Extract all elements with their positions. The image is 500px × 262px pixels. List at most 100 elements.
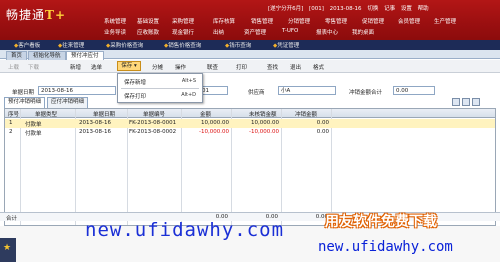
find-button[interactable]: 查找 [267,63,278,71]
cell-code: FK-2013-08-0001 [129,120,177,126]
save-new-item[interactable]: 保存新增 [124,78,146,86]
save-print-item[interactable]: 保存打印 [124,92,146,100]
format-button[interactable]: 格式 [313,63,324,71]
help-button[interactable]: 帮助 [418,6,429,12]
totals-label: 合计 [6,216,18,222]
menu-sales[interactable]: 销售管理 [251,17,273,25]
menu-distribution[interactable]: 分销管理 [288,17,310,25]
col-unsettled: 未核销金额 [249,112,277,118]
cell-no: 2 [9,129,13,135]
tab-prepay-writeoff[interactable]: 预付冲应付 [66,51,104,60]
cell-amount: 10,000.00 [201,120,229,126]
supplier-field[interactable]: 小A [278,86,336,95]
menu-promotion[interactable]: 促销管理 [362,17,384,25]
login-date: 2013-08-16 [329,6,362,12]
cell-writeoff[interactable]: 0.00 [283,120,329,126]
dropdown-divider [121,88,199,89]
note-button[interactable]: 记事 [384,6,395,12]
nav-voucher[interactable]: ◆凭证管理 [273,41,299,49]
watermark-url-left: new.ufidawhy.com [85,219,285,241]
settings-button[interactable]: 设置 [401,6,412,12]
menu-member[interactable]: 会员管理 [398,17,420,25]
cell-type: 付款单 [25,122,42,128]
save-print-shortcut: Alt+D [181,92,196,98]
writeoff-grid: 序号 单据类型 单据日期 单据编号 金额 未核销金额 冲销金额 1 付款单 20… [4,108,496,226]
writeoff-total-field[interactable]: 0.00 [393,86,435,95]
menu-cash[interactable]: 现金银行 [172,28,194,36]
favorites-panel[interactable]: ★ [0,238,16,262]
menu-system[interactable]: 系统管理 [104,17,126,25]
grid-settings-icon[interactable] [471,98,480,106]
col-type: 单据类型 [35,112,58,118]
cell-writeoff[interactable]: 0.00 [283,129,329,135]
writeoff-total-label: 冲销金额合计 [349,90,383,96]
col-amount: 金额 [200,112,212,118]
menu-production[interactable]: 生产管理 [434,17,456,25]
table-row[interactable]: 1 付款单 2013-08-16 FK-2013-08-0001 10,000.… [5,119,495,128]
link-query-button[interactable]: 联查 [207,63,218,71]
user-code: [001] [309,6,324,12]
upload-button[interactable]: 上载 [8,63,19,71]
print-button[interactable]: 打印 [236,63,247,71]
menu-tufo[interactable]: T-UFO [282,28,298,34]
cell-unsettled: 10,000.00 [251,120,279,126]
allocate-button[interactable]: 分摊 [152,63,163,71]
switch-button[interactable]: 切换 [367,6,378,12]
col-date: 单据日期 [93,112,116,118]
supplier-label: 供应商 [248,90,265,96]
table-row[interactable]: 2 付款单 2013-08-16 FK-2013-08-0002 -10,000… [5,128,495,137]
menu-reports[interactable]: 报表中心 [316,28,338,36]
nav-account-mgmt[interactable]: ◆往来管理 [58,41,84,49]
tab-bar: 首页 初始化导航 预付冲应付 [0,50,500,60]
quick-nav-strip: ◆客户看板 ◆往来管理 ◆采购价格查询 ◆销售价格查询 ◆钱币查询 ◆凭证管理 [0,40,500,50]
watermark-url-right: new.ufidawhy.com [318,239,453,255]
date-label: 单据日期 [12,90,35,96]
total-writeoff: 0.00 [315,214,328,220]
menu-cashier[interactable]: 出纳 [213,28,224,36]
app-logo: 畅捷通T+ [6,8,66,22]
nav-currency[interactable]: ◆钱币查询 [225,41,251,49]
save-dropdown-menu: 保存新增 Alt+S 保存打印 Alt+D [117,73,203,103]
cell-amount: -10,000.00 [199,129,229,135]
date-field[interactable]: 2013-08-16 [38,86,116,95]
save-button[interactable]: 保存 ▾ [117,61,141,71]
col-writeoff: 冲销金额 [295,112,318,118]
menu-retail[interactable]: 零售管理 [325,17,347,25]
menu-guide[interactable]: 业务导读 [104,28,126,36]
top-banner: 畅捷通T+ [遂宁分开6月] [001] 2013-08-16 切换 记事 设置… [0,0,500,40]
menu-basic[interactable]: 基础设置 [137,17,159,25]
cell-code: FK-2013-08-0002 [129,129,177,135]
star-icon[interactable]: ★ [3,243,11,253]
status-bar: [遂宁分开6月] [001] 2013-08-16 切换 记事 设置 帮助 [268,4,433,12]
grid-tools [452,98,480,106]
exit-button[interactable]: 退出 [290,63,301,71]
operate-button[interactable]: 操作 [175,63,186,71]
col-code: 单据编号 [143,112,166,118]
watermark-title: 用友软件免费下载 [325,214,437,230]
nav-sales-price[interactable]: ◆销售价格查询 [164,41,201,49]
col-no: 序号 [8,112,20,118]
grid-header: 序号 单据类型 单据日期 单据编号 金额 未核销金额 冲销金额 [5,109,495,118]
new-button[interactable]: 新增 [70,63,81,71]
cell-date: 2013-08-16 [79,129,111,135]
toolbar: 上载 下载 新增 选单 保存 ▾ 分摊 操作 联查 打印 查找 退出 格式 [0,60,500,73]
menu-desktop[interactable]: 我的桌面 [352,28,374,36]
menu-purchase[interactable]: 采购管理 [172,17,194,25]
grid-filter-icon[interactable] [461,98,470,106]
nav-customer-board[interactable]: ◆客户看板 [14,41,40,49]
tab-init-nav[interactable]: 初始化导航 [28,51,66,60]
menu-receivable[interactable]: 应收账款 [137,28,159,36]
menu-assets[interactable]: 资产管理 [244,28,266,36]
cell-no: 1 [9,120,13,126]
save-new-shortcut: Alt+S [181,78,196,84]
download-button[interactable]: 下载 [28,63,39,71]
select-button[interactable]: 选单 [91,63,102,71]
account-name: [遂宁分开6月] [268,6,304,12]
tab-home[interactable]: 首页 [6,51,28,60]
grid-add-icon[interactable] [452,98,460,106]
cell-type: 付款单 [25,131,42,137]
cell-date: 2013-08-16 [79,120,111,126]
nav-purchase-price[interactable]: ◆采购价格查询 [106,41,143,49]
menu-inventory[interactable]: 库存核算 [213,17,235,25]
cell-unsettled: -10,000.00 [249,129,279,135]
